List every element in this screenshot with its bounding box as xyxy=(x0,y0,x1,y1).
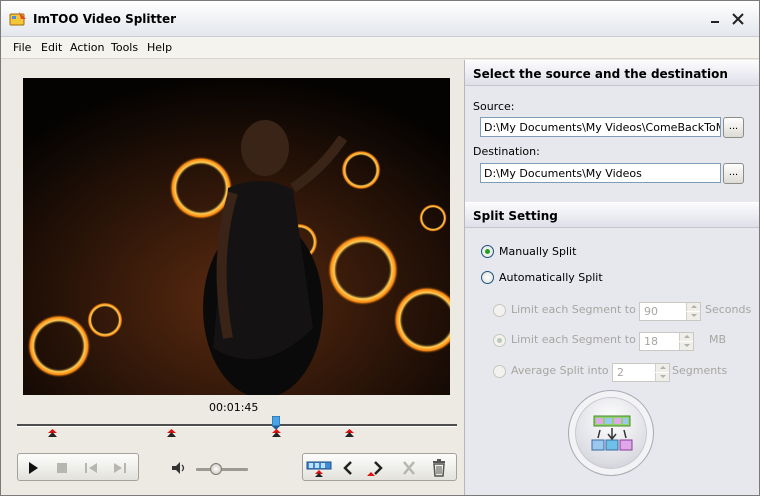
window-title: ImTOO Video Splitter xyxy=(33,12,177,26)
average-split-value: 2 xyxy=(617,366,624,379)
volume-icon[interactable] xyxy=(171,461,189,475)
split-marker-icon[interactable] xyxy=(345,429,354,437)
manual-split-label: Manually Split xyxy=(499,245,577,258)
minimize-icon[interactable] xyxy=(707,12,723,26)
title-bar: ImTOO Video Splitter xyxy=(1,1,759,37)
source-field[interactable]: D:\My Documents\My Videos\ComeBackToMe xyxy=(480,117,721,137)
destination-label: Destination: xyxy=(473,145,540,158)
auto-split-label: Automatically Split xyxy=(499,271,603,284)
menu-action[interactable]: Action xyxy=(70,41,104,54)
menu-file[interactable]: File xyxy=(13,41,31,54)
app-window: ImTOO Video Splitter File Edit Action To… xyxy=(0,0,760,496)
previous-split-icon[interactable] xyxy=(337,458,359,478)
browse-source-button[interactable]: ... xyxy=(723,117,744,138)
settings-panel: Select the source and the destination So… xyxy=(464,60,759,495)
auto-split-radio[interactable] xyxy=(481,271,494,284)
average-split-radio[interactable] xyxy=(493,365,506,378)
playback-controls xyxy=(17,453,139,481)
timeline-track[interactable] xyxy=(17,424,457,427)
split-start-button[interactable] xyxy=(568,390,654,476)
delete-all-icon[interactable] xyxy=(428,458,450,478)
app-icon xyxy=(9,12,26,26)
menu-edit[interactable]: Edit xyxy=(41,41,62,54)
next-frame-icon[interactable] xyxy=(109,458,131,478)
menu-tools[interactable]: Tools xyxy=(111,41,138,54)
destination-field[interactable]: D:\My Documents\My Videos xyxy=(480,163,721,183)
spin-up-icon[interactable] xyxy=(655,364,669,372)
timeline-playhead[interactable] xyxy=(272,416,280,430)
limit-mb-value: 18 xyxy=(644,335,658,348)
next-split-icon[interactable] xyxy=(367,458,389,478)
average-split-label: Average Split into xyxy=(511,364,609,377)
player-panel: 00:01:45 xyxy=(1,60,464,495)
mb-unit: MB xyxy=(709,333,727,346)
source-label: Source: xyxy=(473,100,515,113)
split-controls xyxy=(302,453,457,481)
limit-mb-input[interactable]: 18 xyxy=(639,332,694,351)
menu-help[interactable]: Help xyxy=(147,41,172,54)
stop-icon[interactable] xyxy=(51,458,73,478)
remove-split-icon[interactable] xyxy=(398,458,420,478)
play-icon[interactable] xyxy=(22,458,44,478)
limit-mb-label: Limit each Segment to xyxy=(511,333,636,346)
split-marker-icon[interactable] xyxy=(48,429,57,437)
spin-down-icon[interactable] xyxy=(686,312,700,320)
spin-down-icon[interactable] xyxy=(655,373,669,381)
limit-seconds-label: Limit each Segment to xyxy=(511,303,636,316)
playback-time: 00:01:45 xyxy=(209,401,259,414)
segments-unit: Segments xyxy=(672,364,728,377)
split-setting-header: Split Setting xyxy=(465,202,759,228)
seconds-unit: Seconds xyxy=(705,303,752,316)
spin-down-icon[interactable] xyxy=(679,342,693,350)
video-preview xyxy=(23,78,450,395)
limit-seconds-radio[interactable] xyxy=(493,304,506,317)
limit-mb-radio[interactable] xyxy=(493,334,506,347)
browse-destination-button[interactable]: ... xyxy=(723,163,744,184)
spin-up-icon[interactable] xyxy=(686,303,700,311)
menu-bar: File Edit Action Tools Help xyxy=(1,37,759,59)
manual-split-radio[interactable] xyxy=(481,245,494,258)
split-marker-icon[interactable] xyxy=(167,429,176,437)
split-setting-heading: Split Setting xyxy=(473,209,558,223)
previous-frame-icon[interactable] xyxy=(80,458,102,478)
close-icon[interactable] xyxy=(730,12,746,26)
limit-seconds-input[interactable]: 90 xyxy=(639,302,701,321)
source-destination-heading: Select the source and the destination xyxy=(473,67,728,81)
spin-up-icon[interactable] xyxy=(679,333,693,341)
volume-slider-knob[interactable] xyxy=(210,463,222,475)
add-split-point-icon[interactable] xyxy=(306,458,332,478)
volume-slider-track[interactable] xyxy=(196,468,248,471)
average-split-input[interactable]: 2 xyxy=(612,363,670,382)
split-icon xyxy=(591,415,633,451)
limit-seconds-value: 90 xyxy=(644,305,658,318)
source-destination-header: Select the source and the destination xyxy=(465,60,759,86)
split-marker-icon[interactable] xyxy=(272,429,281,437)
